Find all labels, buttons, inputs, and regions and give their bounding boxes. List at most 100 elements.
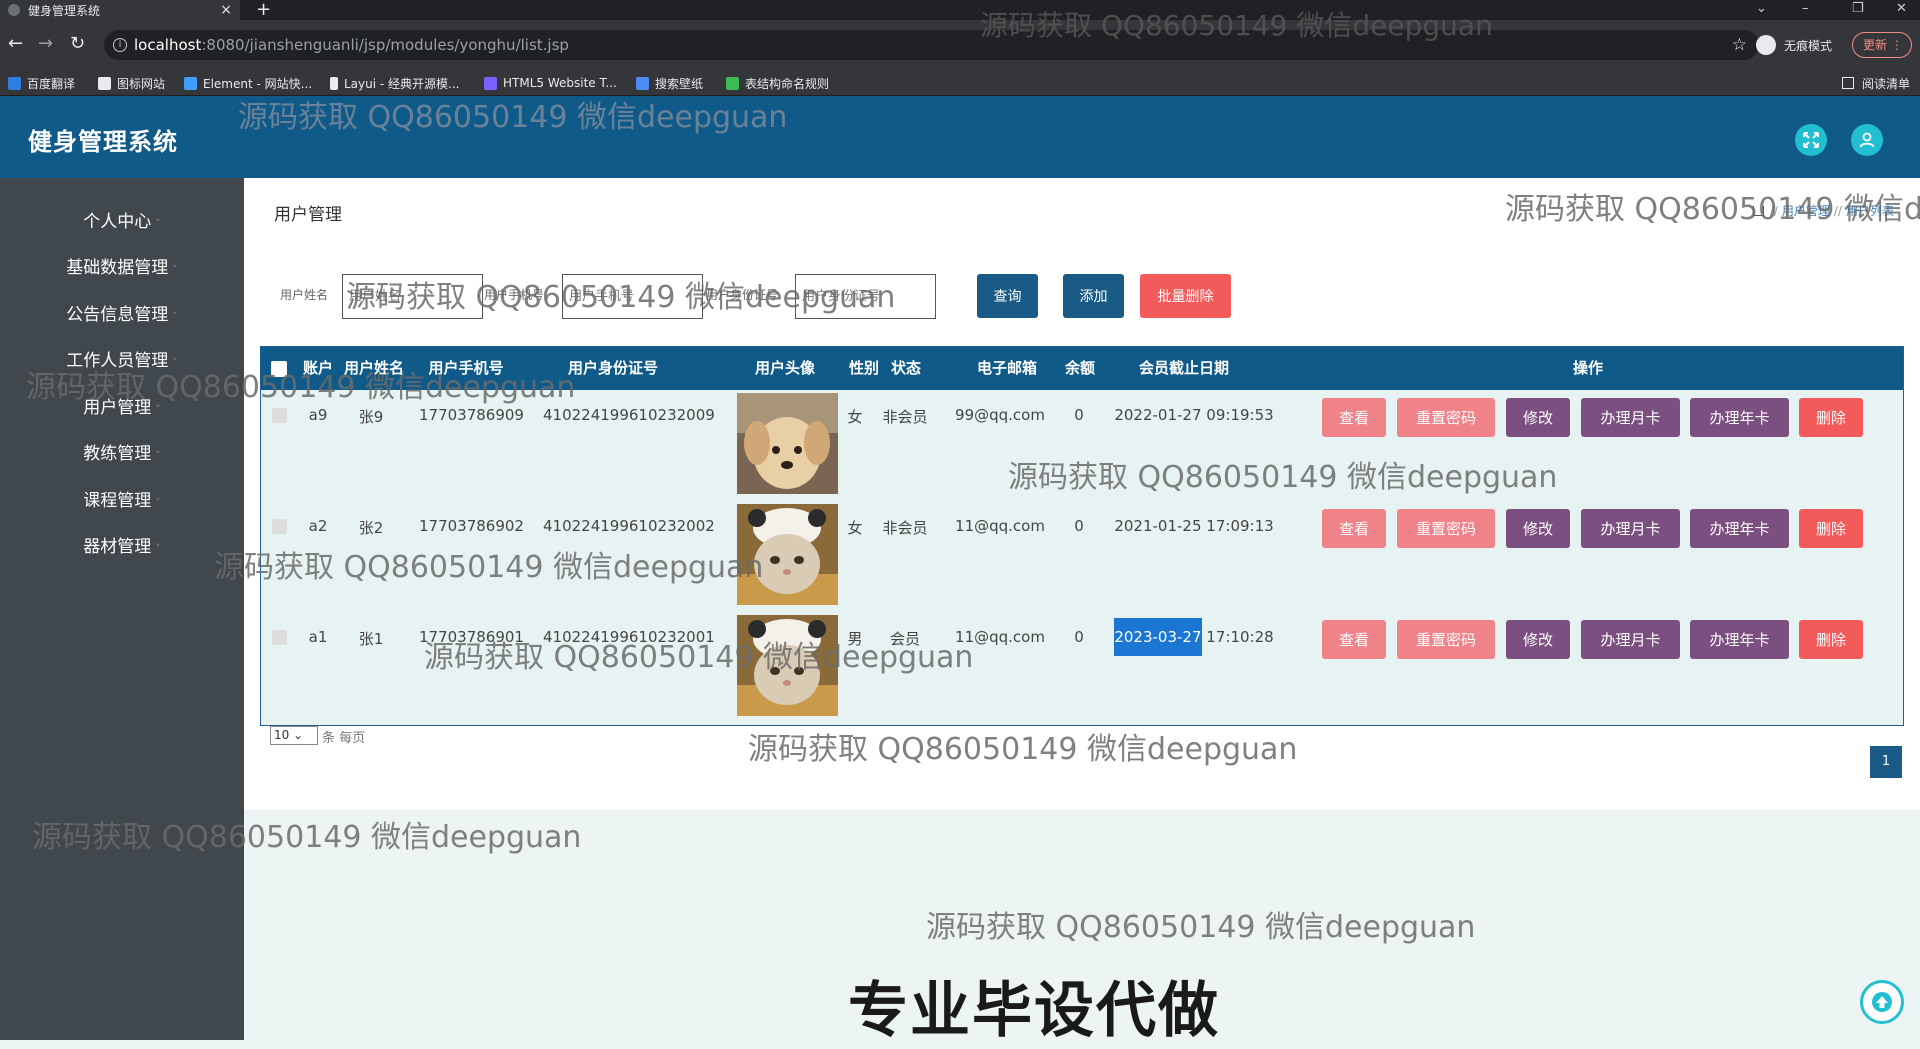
forward-icon[interactable]: → bbox=[38, 34, 53, 54]
breadcrumb-item[interactable]: 用户管理 bbox=[1782, 202, 1830, 219]
name-search-input[interactable] bbox=[342, 274, 483, 319]
monthly-card-button[interactable]: 办理月卡 bbox=[1581, 620, 1680, 659]
column-header[interactable]: 用户姓名 bbox=[341, 347, 407, 390]
query-button[interactable]: 查询 bbox=[977, 274, 1038, 318]
edit-button[interactable]: 修改 bbox=[1506, 509, 1570, 548]
app-title: 健身管理系统 bbox=[28, 128, 178, 156]
fullscreen-button[interactable] bbox=[1795, 124, 1827, 156]
user-menu-button[interactable] bbox=[1851, 124, 1883, 156]
bookmark-item[interactable]: 表结构命名规则 bbox=[726, 70, 829, 96]
bookmark-item[interactable]: HTML5 Website T... bbox=[484, 70, 617, 96]
column-header[interactable]: 性别 bbox=[847, 347, 881, 390]
restore-icon[interactable]: ❐ bbox=[1852, 0, 1864, 20]
cell-gender: 男 bbox=[847, 630, 863, 648]
cell-idcard: 410224199610232009 bbox=[543, 406, 715, 424]
cell-status: 会员 bbox=[889, 630, 920, 648]
sidebar-item-announcements[interactable]: 公告信息管理 ˅ bbox=[0, 295, 244, 335]
select-all-checkbox[interactable] bbox=[271, 361, 287, 377]
url-field[interactable]: i localhost:8080/jianshenguanli/jsp/modu… bbox=[104, 30, 1759, 60]
column-header[interactable]: 状态 bbox=[889, 347, 923, 390]
row-checkbox[interactable] bbox=[272, 408, 287, 423]
window-close-icon[interactable]: ✕ bbox=[1896, 0, 1907, 20]
scroll-top-button[interactable] bbox=[1860, 980, 1904, 1024]
sidebar-item-basic-data[interactable]: 基础数据管理 ˅ bbox=[0, 248, 244, 288]
wallpaper-icon bbox=[636, 76, 649, 90]
bookmark-item[interactable]: Layui - 经典开源模... bbox=[330, 70, 459, 96]
add-button[interactable]: 添加 bbox=[1063, 274, 1124, 318]
new-tab-icon[interactable]: + bbox=[256, 0, 271, 20]
fullscreen-icon bbox=[1803, 132, 1819, 148]
update-button[interactable]: 更新 ⋮ bbox=[1852, 32, 1912, 58]
reset-password-button[interactable]: 重置密码 bbox=[1397, 620, 1495, 659]
tab-search-icon[interactable]: ⌄ bbox=[1756, 0, 1767, 20]
chevron-down-icon: ˅ bbox=[155, 217, 161, 230]
name-search-label: 用户姓名 bbox=[280, 288, 329, 302]
edit-button[interactable]: 修改 bbox=[1506, 398, 1570, 437]
pagination-page-1[interactable]: 1 bbox=[1870, 746, 1902, 778]
chevron-down-icon: ˅ bbox=[155, 542, 161, 555]
phone-search-input[interactable] bbox=[562, 274, 703, 319]
incognito-indicator[interactable]: 无痕模式 bbox=[1756, 32, 1832, 58]
reset-password-button[interactable]: 重置密码 bbox=[1397, 509, 1495, 548]
cell-email: 11@qq.com bbox=[955, 628, 1045, 646]
page-size-select[interactable]: 10 ⌄ bbox=[270, 726, 318, 745]
column-header[interactable]: 用户手机号 bbox=[421, 347, 511, 390]
breadcrumb-item[interactable]: 用户列表 bbox=[1846, 202, 1894, 219]
bookmark-item[interactable]: 百度翻译 bbox=[8, 70, 75, 96]
reset-password-button[interactable]: 重置密码 bbox=[1397, 398, 1495, 437]
browser-tab[interactable]: 健身管理系统 × bbox=[0, 0, 240, 20]
column-header[interactable]: 电子邮箱 bbox=[973, 347, 1041, 390]
monthly-card-button[interactable]: 办理月卡 bbox=[1581, 509, 1680, 548]
yearly-card-button[interactable]: 办理年卡 bbox=[1690, 398, 1789, 437]
column-header[interactable]: 会员截止日期 bbox=[1133, 347, 1235, 390]
reload-icon[interactable]: ↻ bbox=[70, 34, 85, 54]
site-info-icon[interactable]: i bbox=[113, 38, 127, 52]
cell-email: 11@qq.com bbox=[955, 517, 1045, 535]
bookmark-item[interactable]: 搜索壁纸 bbox=[636, 70, 703, 96]
update-label: 更新 bbox=[1863, 38, 1888, 52]
monthly-card-button[interactable]: 办理月卡 bbox=[1581, 398, 1680, 437]
sidebar-item-coaches[interactable]: 教练管理 ˅ bbox=[0, 434, 244, 474]
delete-button[interactable]: 删除 bbox=[1799, 398, 1863, 437]
bookmark-star-icon[interactable]: ☆ bbox=[1732, 30, 1747, 60]
sidebar-item-users[interactable]: 用户管理 ˅ bbox=[0, 388, 244, 428]
cell-status: 非会员 bbox=[882, 519, 928, 537]
sidebar-item-courses[interactable]: 课程管理 ˅ bbox=[0, 481, 244, 521]
yearly-card-button[interactable]: 办理年卡 bbox=[1690, 509, 1789, 548]
table-header: 账户 用户姓名 用户手机号 用户身份证号 用户头像 性别 状态 电子邮箱 余额 … bbox=[261, 347, 1903, 390]
bookmark-item[interactable]: 图标网站 bbox=[98, 70, 165, 96]
column-header[interactable]: 余额 bbox=[1063, 347, 1097, 390]
tab-favicon-icon bbox=[8, 4, 20, 16]
chevron-down-icon: ˅ bbox=[155, 496, 161, 509]
avatar bbox=[737, 615, 838, 716]
reading-list[interactable]: 阅读清单 bbox=[1841, 70, 1910, 96]
view-button[interactable]: 查看 bbox=[1322, 620, 1386, 659]
chevron-down-icon: ˅ bbox=[155, 403, 161, 416]
row-checkbox[interactable] bbox=[272, 630, 287, 645]
view-button[interactable]: 查看 bbox=[1322, 398, 1386, 437]
column-header[interactable]: 用户头像 bbox=[751, 347, 819, 390]
home-icon[interactable] bbox=[1752, 205, 1764, 216]
url-path: :8080/jianshenguanli/jsp/modules/yonghu/… bbox=[201, 36, 569, 54]
minimize-icon[interactable]: – bbox=[1802, 0, 1809, 20]
sidebar-item-personal-center[interactable]: 个人中心 ˅ bbox=[0, 202, 244, 242]
yearly-card-button[interactable]: 办理年卡 bbox=[1690, 620, 1789, 659]
row-checkbox[interactable] bbox=[272, 519, 287, 534]
column-header[interactable]: 用户身份证号 bbox=[563, 347, 663, 390]
idcard-search-input[interactable] bbox=[795, 274, 936, 319]
table-row: a9 张9 17703786909 410224199610232009 女 非… bbox=[261, 390, 1903, 501]
view-button[interactable]: 查看 bbox=[1322, 509, 1386, 548]
cell-balance: 0 bbox=[1074, 517, 1084, 535]
column-header[interactable]: 账户 bbox=[301, 347, 335, 390]
delete-button[interactable]: 删除 bbox=[1799, 620, 1863, 659]
cell-name: 张2 bbox=[358, 519, 384, 537]
batch-delete-button[interactable]: 批量删除 bbox=[1140, 274, 1231, 318]
tab-close-icon[interactable]: × bbox=[220, 3, 232, 17]
back-icon[interactable]: ← bbox=[8, 34, 23, 54]
bookmark-item[interactable]: Element - 网站快... bbox=[184, 70, 312, 96]
sidebar-item-equipment[interactable]: 器材管理 ˅ bbox=[0, 527, 244, 567]
delete-button[interactable]: 删除 bbox=[1799, 509, 1863, 548]
edit-button[interactable]: 修改 bbox=[1506, 620, 1570, 659]
sidebar-item-staff[interactable]: 工作人员管理 ˅ bbox=[0, 341, 244, 381]
cat-avatar-icon bbox=[737, 504, 838, 605]
